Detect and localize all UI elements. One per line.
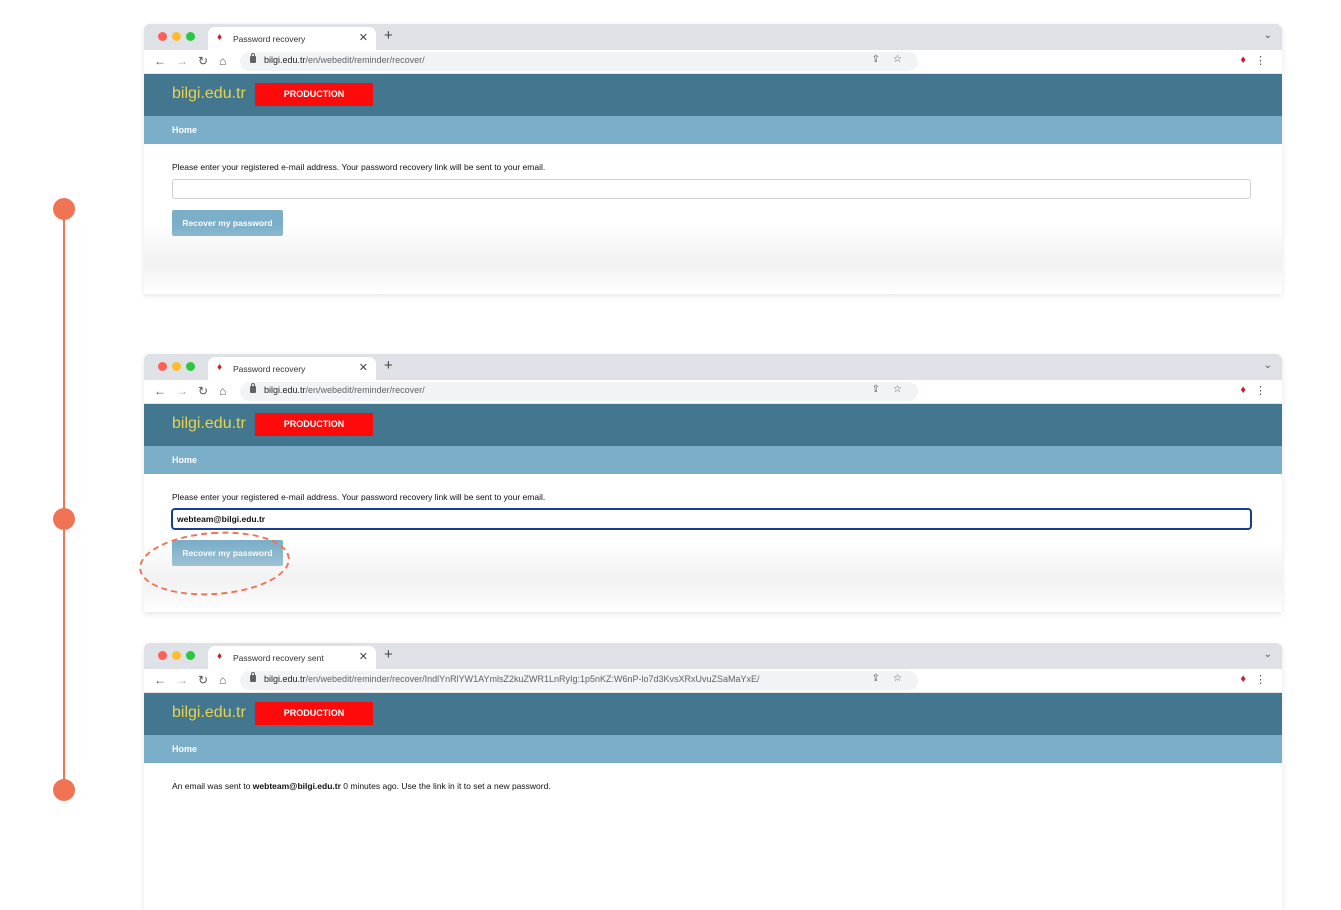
browser-toolbar: ← → ↻ ⌂ bilgi.edu.tr/en/webedit/reminder… xyxy=(144,380,1282,404)
close-window-button[interactable] xyxy=(158,32,167,41)
site-logo[interactable]: bilgi.edu.tr xyxy=(172,415,246,433)
nav-home-link[interactable]: Home xyxy=(172,125,197,135)
browser-tab[interactable]: ♦ Password recovery ✕ xyxy=(208,27,376,50)
kebab-menu-icon[interactable]: ⋮ xyxy=(1255,673,1266,686)
email-field[interactable] xyxy=(172,179,1251,199)
browser-toolbar: ← → ↻ ⌂ bilgi.edu.tr/en/webedit/reminder… xyxy=(144,50,1282,74)
site-header: bilgi.edu.tr PRODUCTION xyxy=(144,693,1282,735)
favicon-icon: ♦ xyxy=(217,32,223,43)
home-icon[interactable]: ⌂ xyxy=(219,672,226,688)
timeline-line xyxy=(63,208,65,790)
url-text: bilgi.edu.tr/en/webedit/reminder/recover… xyxy=(264,385,425,395)
url-text: bilgi.edu.tr/en/webedit/reminder/recover… xyxy=(264,674,760,684)
timeline-step-1-dot xyxy=(53,198,75,220)
minimize-window-button[interactable] xyxy=(172,362,181,371)
tab-close-icon[interactable]: ✕ xyxy=(359,651,368,663)
lock-icon xyxy=(250,383,256,393)
url-text: bilgi.edu.tr/en/webedit/reminder/recover… xyxy=(264,55,425,65)
tab-strip: ♦ Password recovery ✕ + ⌄ xyxy=(144,354,1282,380)
recipient-email: webteam@bilgi.edu.tr xyxy=(252,781,341,791)
tab-title: Password recovery sent xyxy=(233,653,324,663)
browser-window-step-3: ♦ Password recovery sent ✕ + ⌄ ← → ↻ ⌂ b… xyxy=(144,643,1282,910)
tab-strip: ♦ Password recovery ✕ + ⌄ xyxy=(144,24,1282,50)
close-window-button[interactable] xyxy=(158,362,167,371)
site-logo[interactable]: bilgi.edu.tr xyxy=(172,85,246,103)
new-tab-button[interactable]: + xyxy=(384,28,393,44)
tab-close-icon[interactable]: ✕ xyxy=(359,32,368,44)
nav-home-link[interactable]: Home xyxy=(172,744,197,754)
address-bar[interactable]: bilgi.edu.tr/en/webedit/reminder/recover… xyxy=(240,671,918,690)
maximize-window-button[interactable] xyxy=(186,651,195,660)
environment-badge: PRODUCTION xyxy=(255,83,373,106)
tab-title: Password recovery xyxy=(233,364,306,374)
browser-tab[interactable]: ♦ Password recovery sent ✕ xyxy=(208,646,376,669)
form-instructions: Please enter your registered e-mail addr… xyxy=(172,492,546,502)
confirmation-content: An email was sent to webteam@bilgi.edu.t… xyxy=(144,763,1282,791)
browser-window-step-1: ♦ Password recovery ✕ + ⌄ ← → ↻ ⌂ bilgi.… xyxy=(144,24,1282,294)
environment-badge: PRODUCTION xyxy=(255,413,373,436)
site-nav: Home xyxy=(144,446,1282,474)
maximize-window-button[interactable] xyxy=(186,32,195,41)
nav-home-link[interactable]: Home xyxy=(172,455,197,465)
browser-tab[interactable]: ♦ Password recovery ✕ xyxy=(208,357,376,380)
site-nav: Home xyxy=(144,735,1282,763)
recovery-form: Please enter your registered e-mail addr… xyxy=(144,474,1282,566)
site-nav: Home xyxy=(144,116,1282,144)
chevron-down-icon[interactable]: ⌄ xyxy=(1264,30,1272,41)
star-icon[interactable]: ☆ xyxy=(893,384,902,395)
chevron-down-icon[interactable]: ⌄ xyxy=(1264,649,1272,660)
back-arrow-icon[interactable]: ← xyxy=(154,53,166,69)
forward-arrow-icon[interactable]: → xyxy=(176,383,188,399)
kebab-menu-icon[interactable]: ⋮ xyxy=(1255,54,1266,67)
maximize-window-button[interactable] xyxy=(186,362,195,371)
environment-badge: PRODUCTION xyxy=(255,702,373,725)
email-field[interactable] xyxy=(172,509,1251,529)
new-tab-button[interactable]: + xyxy=(384,647,393,663)
address-bar[interactable]: bilgi.edu.tr/en/webedit/reminder/recover… xyxy=(240,382,918,401)
site-header: bilgi.edu.tr PRODUCTION xyxy=(144,404,1282,446)
extension-icon[interactable]: ♦ xyxy=(1240,54,1246,66)
home-icon[interactable]: ⌂ xyxy=(219,383,226,399)
browser-window-step-2: ♦ Password recovery ✕ + ⌄ ← → ↻ ⌂ bilgi.… xyxy=(144,354,1282,612)
browser-toolbar: ← → ↻ ⌂ bilgi.edu.tr/en/webedit/reminder… xyxy=(144,669,1282,693)
favicon-icon: ♦ xyxy=(217,362,223,373)
new-tab-button[interactable]: + xyxy=(384,358,393,374)
tab-strip: ♦ Password recovery sent ✕ + ⌄ xyxy=(144,643,1282,669)
star-icon[interactable]: ☆ xyxy=(893,673,902,684)
tab-title: Password recovery xyxy=(233,34,306,44)
site-logo[interactable]: bilgi.edu.tr xyxy=(172,704,246,722)
address-bar[interactable]: bilgi.edu.tr/en/webedit/reminder/recover… xyxy=(240,52,918,71)
recovery-form: Please enter your registered e-mail addr… xyxy=(144,144,1282,236)
favicon-icon: ♦ xyxy=(217,651,223,662)
reload-icon[interactable]: ↻ xyxy=(198,53,208,69)
minimize-window-button[interactable] xyxy=(172,32,181,41)
forward-arrow-icon[interactable]: → xyxy=(176,53,188,69)
share-icon[interactable]: ⇪ xyxy=(872,673,880,684)
recover-password-button[interactable]: Recover my password xyxy=(172,210,283,236)
timeline-step-2-dot xyxy=(53,508,75,530)
back-arrow-icon[interactable]: ← xyxy=(154,672,166,688)
confirmation-message: An email was sent to webteam@bilgi.edu.t… xyxy=(172,781,551,791)
form-instructions: Please enter your registered e-mail addr… xyxy=(172,162,546,172)
minimize-window-button[interactable] xyxy=(172,651,181,660)
chevron-down-icon[interactable]: ⌄ xyxy=(1264,360,1272,371)
close-window-button[interactable] xyxy=(158,651,167,660)
extension-icon[interactable]: ♦ xyxy=(1240,673,1246,685)
reload-icon[interactable]: ↻ xyxy=(198,383,208,399)
forward-arrow-icon[interactable]: → xyxy=(176,672,188,688)
lock-icon xyxy=(250,672,256,682)
share-icon[interactable]: ⇪ xyxy=(872,54,880,65)
star-icon[interactable]: ☆ xyxy=(893,54,902,65)
tab-close-icon[interactable]: ✕ xyxy=(359,362,368,374)
lock-icon xyxy=(250,53,256,63)
reload-icon[interactable]: ↻ xyxy=(198,672,208,688)
share-icon[interactable]: ⇪ xyxy=(872,384,880,395)
back-arrow-icon[interactable]: ← xyxy=(154,383,166,399)
site-header: bilgi.edu.tr PRODUCTION xyxy=(144,74,1282,116)
kebab-menu-icon[interactable]: ⋮ xyxy=(1255,384,1266,397)
home-icon[interactable]: ⌂ xyxy=(219,53,226,69)
timeline-step-3-dot xyxy=(53,779,75,801)
extension-icon[interactable]: ♦ xyxy=(1240,384,1246,396)
